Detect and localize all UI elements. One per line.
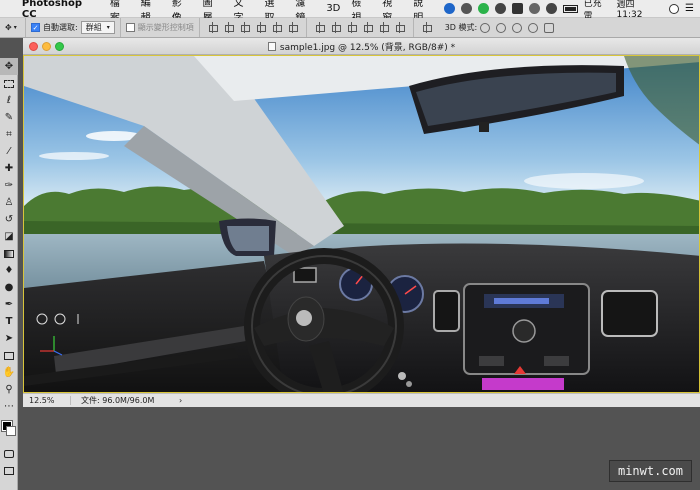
document-size-info: 文件: 96.0M/96.0M: [81, 396, 155, 405]
marquee-tool-icon[interactable]: [0, 75, 18, 92]
align-bottom-edges-icon[interactable]: [240, 22, 250, 33]
hand-tool-icon[interactable]: ✋: [0, 364, 18, 381]
battery-icon[interactable]: [562, 4, 578, 13]
align-vertical-centers-icon[interactable]: [224, 22, 234, 33]
auto-select-target-value: 群組: [85, 23, 102, 32]
distribute-buttons: [307, 18, 414, 37]
auto-select-group: ✓ 自動選取: 群組 ▾: [26, 18, 121, 37]
document-title-bar[interactable]: sample1.jpg @ 12.5% (背景, RGB/8#) *: [23, 38, 700, 55]
chevron-down-icon: ▾: [13, 24, 17, 31]
align-buttons: [200, 18, 307, 37]
transform-controls-group: 顯示變形控制項: [121, 18, 200, 37]
rectangle-tool-icon[interactable]: [0, 347, 18, 364]
search-icon[interactable]: [669, 3, 679, 14]
dodge-tool-icon[interactable]: ●: [0, 279, 18, 296]
move-icon: ✥: [5, 23, 12, 32]
document-window: sample1.jpg @ 12.5% (背景, RGB/8#) * 12.5%…: [23, 38, 700, 407]
distribute-hcenter-icon[interactable]: [379, 22, 389, 33]
chevron-down-icon: ▾: [106, 24, 110, 31]
macos-menu-bar: Photoshop CC 檔案 編輯 影像 圖層 文字 選取 濾鏡 3D 檢視 …: [0, 0, 700, 24]
type-tool-icon[interactable]: T: [0, 313, 18, 330]
auto-select-label: 自動選取:: [43, 23, 78, 32]
3d-scale-icon[interactable]: [544, 22, 555, 33]
screen-mode-icon[interactable]: [0, 462, 18, 479]
zoom-level-field[interactable]: 12.5%: [23, 396, 71, 405]
menu-3d[interactable]: 3D: [326, 3, 340, 14]
3d-drag-icon[interactable]: [512, 22, 523, 33]
distribute-left-icon[interactable]: [363, 22, 373, 33]
eyedropper-tool-icon[interactable]: ⁄: [0, 143, 18, 160]
options-bar: ✥ ▾ ✓ 自動選取: 群組 ▾ 顯示變形控制項 3D 模式:: [0, 18, 700, 38]
move-tool-icon[interactable]: ✥: [0, 58, 18, 75]
image-canvas[interactable]: [23, 55, 700, 393]
3d-roll-icon[interactable]: [496, 22, 507, 33]
app-menu[interactable]: Photoshop CC: [22, 0, 100, 20]
auto-align-group: [414, 18, 440, 37]
vpn-status-icon[interactable]: [494, 3, 506, 14]
eraser-tool-icon[interactable]: ◪: [0, 228, 18, 245]
tool-preset-picker[interactable]: ✥ ▾: [0, 18, 26, 37]
3d-orbit-icon[interactable]: [480, 22, 491, 33]
document-tab-title: sample1.jpg @ 12.5% (背景, RGB/8#) *: [279, 42, 456, 53]
auto-select-target-dropdown[interactable]: 群組 ▾: [80, 21, 115, 34]
auto-align-layers-icon[interactable]: [422, 22, 432, 33]
quick-select-tool-icon[interactable]: ✎: [0, 109, 18, 126]
crop-tool-icon[interactable]: ⌗: [0, 126, 18, 143]
gradient-tool-icon[interactable]: [0, 245, 18, 262]
brush-tool-icon[interactable]: ✑: [0, 177, 18, 194]
site-watermark: minwt.com: [608, 460, 692, 482]
path-select-tool-icon[interactable]: ➤: [0, 330, 18, 347]
minimize-window-button[interactable]: [42, 42, 51, 51]
3d-mode-label: 3D 模式:: [444, 23, 478, 32]
menu-clock[interactable]: 週四 11:32: [617, 0, 664, 20]
3d-mode-group: 3D 模式:: [440, 18, 563, 37]
wifi-icon[interactable]: [545, 3, 557, 14]
blur-tool-icon[interactable]: ♦: [0, 262, 18, 279]
distribute-right-icon[interactable]: [395, 22, 405, 33]
close-window-button[interactable]: [29, 42, 38, 51]
document-status-bar: 12.5% 文件: 96.0M/96.0M ›: [23, 393, 700, 407]
history-brush-tool-icon[interactable]: ↺: [0, 211, 18, 228]
display-status-icon[interactable]: [511, 3, 523, 14]
zoom-tool-icon[interactable]: ⚲: [0, 381, 18, 398]
app-status-icon[interactable]: [444, 3, 456, 14]
distribute-bottom-icon[interactable]: [347, 22, 357, 33]
color-swatches: [0, 415, 17, 445]
notification-center-icon[interactable]: ☰: [685, 3, 694, 14]
align-top-edges-icon[interactable]: [208, 22, 218, 33]
clone-stamp-tool-icon[interactable]: ♙: [0, 194, 18, 211]
document-icon: [267, 41, 276, 51]
auto-select-checkbox[interactable]: ✓: [31, 23, 40, 32]
transform-controls-label: 顯示變形控制項: [137, 23, 194, 32]
zoom-window-button[interactable]: [55, 42, 64, 51]
car-interior-photo: [24, 56, 699, 392]
line-chat-icon[interactable]: [478, 3, 489, 14]
bluetooth-icon[interactable]: [528, 3, 540, 14]
align-right-edges-icon[interactable]: [288, 22, 298, 33]
distribute-vcenter-icon[interactable]: [331, 22, 341, 33]
pen-tool-icon[interactable]: ✒: [0, 296, 18, 313]
sync-status-icon[interactable]: [461, 3, 473, 14]
transform-controls-checkbox[interactable]: [125, 23, 135, 32]
lasso-tool-icon[interactable]: ℓ: [0, 92, 18, 109]
healing-brush-tool-icon[interactable]: ✚: [0, 160, 18, 177]
edit-toolbar-icon[interactable]: ⋯: [0, 398, 18, 415]
3d-slide-icon[interactable]: [528, 22, 539, 33]
align-left-edges-icon[interactable]: [256, 22, 266, 33]
status-menu-arrow-icon[interactable]: ›: [179, 396, 182, 405]
distribute-top-icon[interactable]: [315, 22, 325, 33]
align-horizontal-centers-icon[interactable]: [272, 22, 282, 33]
background-color-swatch[interactable]: [6, 426, 16, 436]
tools-panel: ✥ ℓ ✎ ⌗ ⁄ ✚ ✑ ♙ ↺ ◪ ♦ ● ✒ T ➤ ✋ ⚲ ⋯: [0, 58, 18, 490]
quick-mask-icon[interactable]: [0, 445, 18, 462]
